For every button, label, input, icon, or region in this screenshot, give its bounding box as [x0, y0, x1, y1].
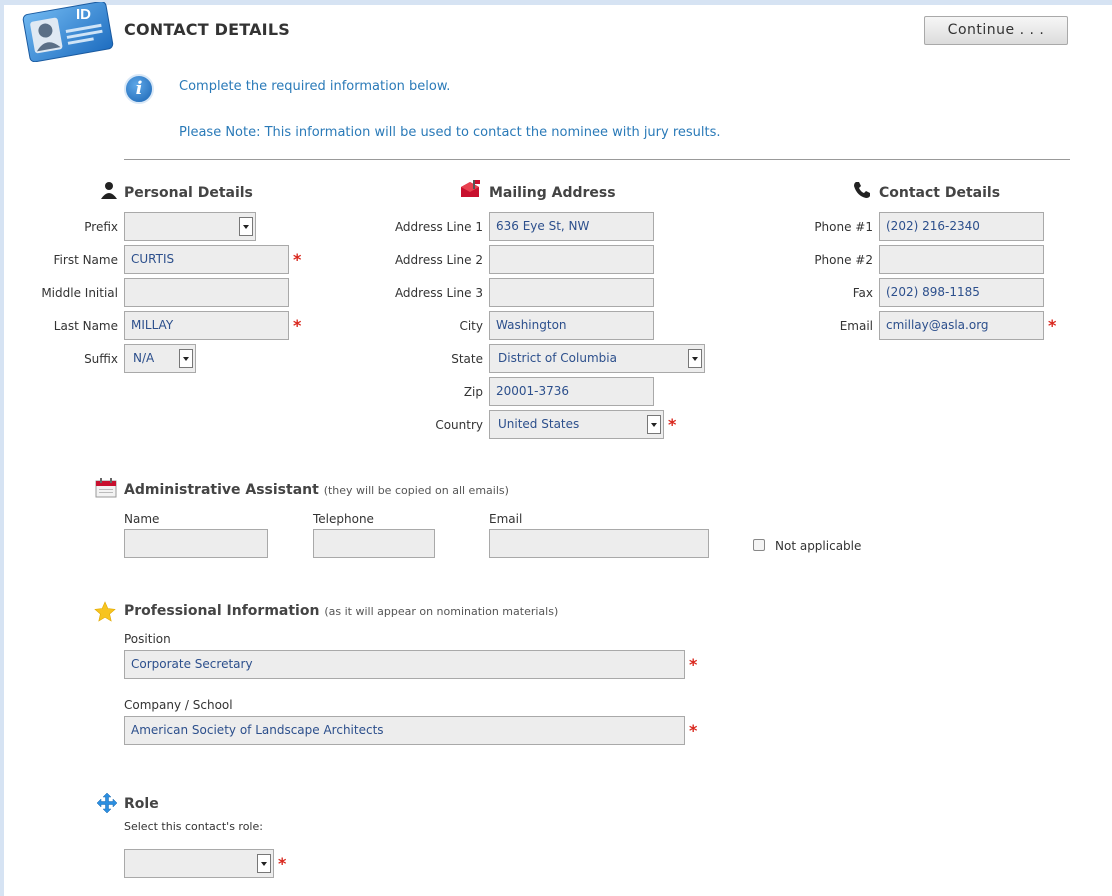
- notice-note: Please Note: This information will be us…: [179, 125, 721, 140]
- address-line3-label: Address Line 3: [394, 286, 483, 300]
- fax-input[interactable]: (202) 898-1185: [879, 278, 1044, 307]
- state-label: State: [451, 352, 483, 366]
- personal-details-heading: Personal Details: [124, 185, 253, 201]
- address-line1-input[interactable]: 636 Eye St, NW: [489, 212, 654, 241]
- required-marker: *: [293, 250, 302, 269]
- continue-button[interactable]: Continue . . .: [924, 16, 1068, 45]
- assistant-email-label: Email: [489, 512, 523, 526]
- state-value: District of Columbia: [498, 351, 617, 365]
- not-applicable-checkbox[interactable]: [753, 539, 765, 551]
- zip-label: Zip: [463, 385, 483, 399]
- chevron-down-icon: [647, 415, 661, 434]
- position-label: Position: [124, 632, 171, 646]
- suffix-select[interactable]: N/A: [124, 344, 196, 373]
- professional-info-title: Professional Information: [124, 603, 320, 619]
- first-name-input[interactable]: CURTIS: [124, 245, 289, 274]
- section-divider: [124, 159, 1070, 160]
- professional-info-heading: Professional Information (as it will app…: [124, 603, 558, 619]
- last-name-input[interactable]: MILLAY: [124, 311, 289, 340]
- country-value: United States: [498, 417, 580, 431]
- window-frame-top: [0, 0, 1112, 5]
- assistant-telephone-label: Telephone: [313, 512, 374, 526]
- admin-assistant-subtitle: (they will be copied on all emails): [323, 484, 509, 497]
- move-arrows-icon: [96, 792, 118, 814]
- logo-text: ID: [76, 6, 91, 23]
- middle-initial-label: Middle Initial: [41, 286, 118, 300]
- star-icon: [94, 601, 116, 623]
- address-line2-label: Address Line 2: [394, 253, 483, 267]
- assistant-telephone-input[interactable]: [313, 529, 435, 558]
- city-label: City: [459, 319, 483, 333]
- email-label: Email: [839, 319, 873, 333]
- middle-initial-input[interactable]: [124, 278, 289, 307]
- page-title: CONTACT DETAILS: [124, 20, 290, 39]
- first-name-label: First Name: [53, 253, 118, 267]
- window-frame-left: [0, 0, 4, 896]
- assistant-name-input[interactable]: [124, 529, 268, 558]
- phone-icon: [852, 180, 872, 200]
- zip-input[interactable]: 20001-3736: [489, 377, 654, 406]
- professional-info-subtitle: (as it will appear on nomination materia…: [324, 605, 559, 618]
- country-label: Country: [435, 418, 483, 432]
- country-select[interactable]: United States: [489, 410, 664, 439]
- suffix-value: N/A: [133, 351, 155, 365]
- phone2-input[interactable]: [879, 245, 1044, 274]
- fax-label: Fax: [852, 286, 873, 300]
- state-select[interactable]: District of Columbia: [489, 344, 705, 373]
- city-input[interactable]: Washington: [489, 311, 654, 340]
- required-marker: *: [1048, 316, 1057, 335]
- contact-details-heading: Contact Details: [879, 185, 1001, 201]
- required-marker: *: [293, 316, 302, 335]
- calendar-icon: [95, 478, 117, 498]
- chevron-down-icon: [688, 349, 702, 368]
- prefix-select[interactable]: [124, 212, 256, 241]
- address-line1-label: Address Line 1: [394, 220, 483, 234]
- address-line2-input[interactable]: [489, 245, 654, 274]
- admin-assistant-title: Administrative Assistant: [124, 482, 319, 498]
- company-input[interactable]: American Society of Landscape Architects: [124, 716, 685, 745]
- email-input[interactable]: cmillay@asla.org: [879, 311, 1044, 340]
- role-heading: Role: [124, 796, 159, 812]
- chevron-down-icon: [179, 349, 193, 368]
- chevron-down-icon: [239, 217, 253, 236]
- role-prompt: Select this contact's role:: [124, 820, 263, 833]
- company-label: Company / School: [124, 698, 233, 712]
- position-input[interactable]: Corporate Secretary: [124, 650, 685, 679]
- not-applicable-label[interactable]: Not applicable: [775, 539, 861, 553]
- mailbox-icon: [458, 179, 482, 201]
- prefix-label: Prefix: [84, 220, 118, 234]
- mailing-address-heading: Mailing Address: [489, 185, 616, 201]
- phone1-input[interactable]: (202) 216-2340: [879, 212, 1044, 241]
- id-card-icon: ID: [18, 1, 114, 63]
- assistant-email-input[interactable]: [489, 529, 709, 558]
- phone2-label: Phone #2: [814, 253, 873, 267]
- required-marker: *: [689, 721, 698, 740]
- phone1-label: Phone #1: [814, 220, 873, 234]
- info-icon: i: [124, 74, 154, 104]
- required-marker: *: [278, 854, 287, 873]
- admin-assistant-heading: Administrative Assistant (they will be c…: [124, 482, 509, 498]
- notice-required: Complete the required information below.: [179, 79, 451, 94]
- last-name-label: Last Name: [53, 319, 118, 333]
- chevron-down-icon: [257, 854, 271, 873]
- suffix-label: Suffix: [84, 352, 118, 366]
- required-marker: *: [668, 415, 677, 434]
- person-icon: [100, 181, 118, 199]
- address-line3-input[interactable]: [489, 278, 654, 307]
- assistant-name-label: Name: [124, 512, 160, 526]
- role-select[interactable]: [124, 849, 274, 878]
- required-marker: *: [689, 655, 698, 674]
